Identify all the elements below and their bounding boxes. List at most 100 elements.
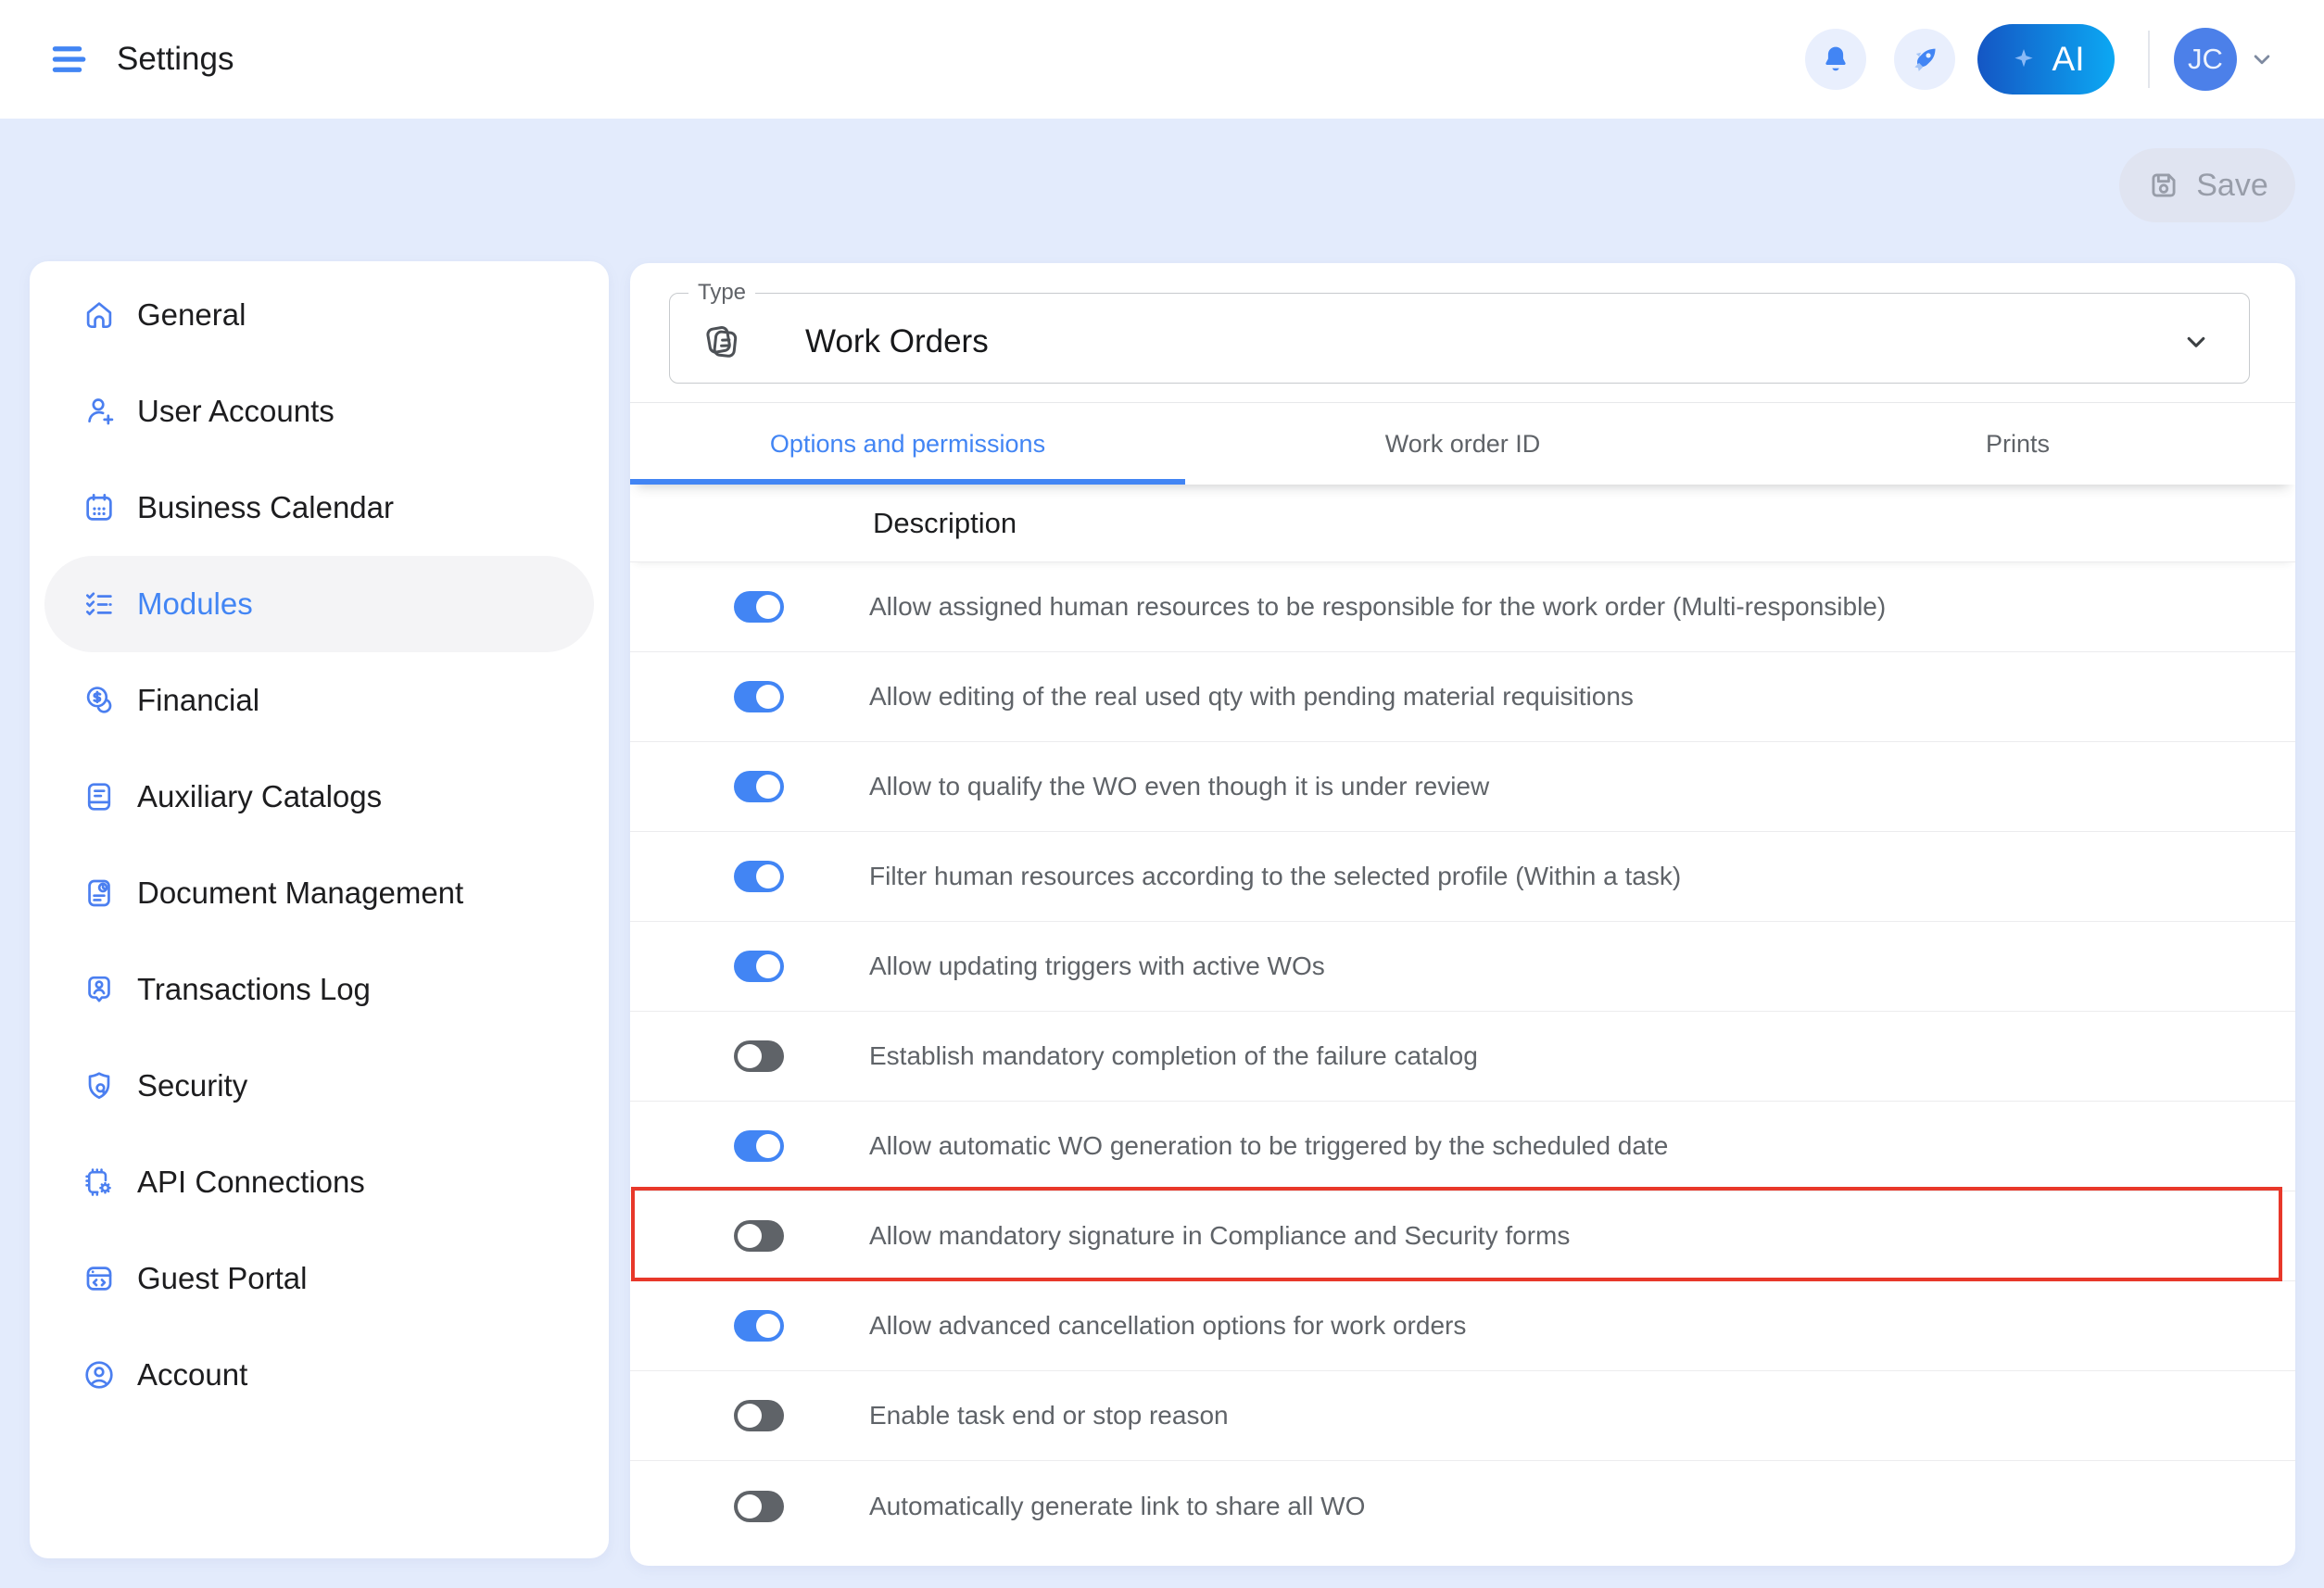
toggle-knob xyxy=(738,1404,762,1428)
row-description: Allow mandatory signature in Compliance … xyxy=(869,1221,1570,1251)
table-row: Allow mandatory signature in Compliance … xyxy=(630,1191,2295,1281)
settings-sidebar: General User Accounts Business Calendar Mod… xyxy=(30,261,609,1558)
row-description: Allow to qualify the WO even though it i… xyxy=(869,772,1489,801)
row-description: Establish mandatory completion of the fa… xyxy=(869,1041,1478,1071)
row-toggle-on[interactable] xyxy=(734,861,784,892)
toggle-knob xyxy=(756,775,780,799)
sidebar-item-label: Auxiliary Catalogs xyxy=(137,779,382,814)
row-description: Filter human resources according to the … xyxy=(869,862,1681,891)
toggle-knob xyxy=(756,1314,780,1338)
modules-icon xyxy=(82,586,117,622)
sidebar-item-security[interactable]: Security xyxy=(44,1038,594,1134)
page-title: Settings xyxy=(117,41,234,78)
sidebar-item-account[interactable]: Account xyxy=(44,1327,594,1423)
permissions-list: Allow assigned human resources to be res… xyxy=(630,562,2295,1551)
sidebar-item-label: Document Management xyxy=(137,876,463,911)
tab-options-and-permissions[interactable]: Options and permissions xyxy=(630,403,1185,485)
type-select[interactable]: Work Orders xyxy=(670,300,2249,383)
row-toggle-off[interactable] xyxy=(734,1491,784,1522)
table-row: Filter human resources according to the … xyxy=(630,832,2295,922)
whats-new-button[interactable] xyxy=(1894,29,1955,90)
sidebar-item-label: Transactions Log xyxy=(137,972,371,1007)
sidebar-item-api-connections[interactable]: API Connections xyxy=(44,1134,594,1230)
sidebar-item-auxiliary-catalogs[interactable]: Auxiliary Catalogs xyxy=(44,749,594,845)
toggle-knob xyxy=(738,1494,762,1519)
top-bar-divider xyxy=(2148,31,2150,88)
sidebar-item-label: User Accounts xyxy=(137,394,335,429)
type-select-value: Work Orders xyxy=(805,323,989,360)
row-toggle-on[interactable] xyxy=(734,591,784,623)
sidebar-item-label: Modules xyxy=(137,586,253,622)
sidebar-item-modules[interactable]: Modules xyxy=(44,556,594,652)
sidebar-item-business-calendar[interactable]: Business Calendar xyxy=(44,460,594,556)
financial-icon xyxy=(82,683,117,718)
table-header-description: Description xyxy=(630,485,2295,562)
table-row: Allow updating triggers with active WOs xyxy=(630,922,2295,1012)
toggle-knob xyxy=(756,685,780,709)
sidebar-item-label: General xyxy=(137,297,246,333)
row-toggle-off[interactable] xyxy=(734,1040,784,1072)
sparkle-icon xyxy=(2008,44,2040,75)
sidebar-item-financial[interactable]: Financial xyxy=(44,652,594,749)
sidebar-item-label: Business Calendar xyxy=(137,490,394,525)
row-toggle-off[interactable] xyxy=(734,1400,784,1431)
table-row: Allow assigned human resources to be res… xyxy=(630,562,2295,652)
save-button[interactable]: Save xyxy=(2119,148,2295,222)
row-description: Enable task end or stop reason xyxy=(869,1401,1229,1430)
toggle-knob xyxy=(738,1044,762,1068)
bell-icon xyxy=(1819,43,1852,76)
transactions-icon xyxy=(82,972,117,1007)
row-toggle-on[interactable] xyxy=(734,681,784,712)
row-description: Allow assigned human resources to be res… xyxy=(869,592,1886,622)
type-select-field: Type Work Orders xyxy=(669,280,2250,384)
row-toggle-on[interactable] xyxy=(734,771,784,802)
guest-portal-icon xyxy=(82,1261,117,1296)
sidebar-item-label: Account xyxy=(137,1357,247,1393)
ai-assistant-button[interactable]: AI xyxy=(1977,24,2115,95)
row-description: Allow updating triggers with active WOs xyxy=(869,952,1325,981)
toggle-knob xyxy=(756,595,780,619)
sidebar-item-guest-portal[interactable]: Guest Portal xyxy=(44,1230,594,1327)
sidebar-item-document-management[interactable]: Document Management xyxy=(44,845,594,941)
table-row: Allow to qualify the WO even though it i… xyxy=(630,742,2295,832)
row-toggle-off[interactable] xyxy=(734,1220,784,1252)
tab-label: Options and permissions xyxy=(770,430,1045,459)
sidebar-item-general[interactable]: General xyxy=(44,267,594,363)
row-description: Automatically generate link to share all… xyxy=(869,1492,1365,1521)
row-description: Allow advanced cancellation options for … xyxy=(869,1311,1466,1341)
tabs: Options and permissions Work order ID Pr… xyxy=(630,403,2295,485)
save-icon xyxy=(2146,168,2181,203)
avatar[interactable]: JC xyxy=(2174,28,2237,91)
tab-prints[interactable]: Prints xyxy=(1740,403,2295,485)
sidebar-item-user-accounts[interactable]: User Accounts xyxy=(44,363,594,460)
security-icon xyxy=(82,1068,117,1103)
top-bar: Settings AI JC xyxy=(0,0,2324,119)
sidebar-item-transactions-log[interactable]: Transactions Log xyxy=(44,941,594,1038)
table-row: Enable task end or stop reason xyxy=(630,1371,2295,1461)
tab-label: Work order ID xyxy=(1385,430,1541,459)
tab-work-order-id[interactable]: Work order ID xyxy=(1185,403,1740,485)
save-button-label: Save xyxy=(2196,168,2268,204)
catalog-icon xyxy=(82,779,117,814)
table-row: Allow automatic WO generation to be trig… xyxy=(630,1102,2295,1191)
menu-icon[interactable] xyxy=(46,36,93,82)
table-row: Allow advanced cancellation options for … xyxy=(630,1281,2295,1371)
sidebar-item-label: API Connections xyxy=(137,1165,365,1200)
row-toggle-on[interactable] xyxy=(734,1130,784,1162)
row-toggle-on[interactable] xyxy=(734,951,784,982)
table-row: Automatically generate link to share all… xyxy=(630,1461,2295,1551)
modules-panel: Type Work Orders Options and permissions… xyxy=(630,263,2295,1566)
chevron-down-icon[interactable] xyxy=(2248,45,2276,73)
table-row: Allow editing of the real used qty with … xyxy=(630,652,2295,742)
work-orders-icon xyxy=(700,320,744,364)
row-toggle-on[interactable] xyxy=(734,1310,784,1342)
description-column-label: Description xyxy=(873,507,1017,540)
notifications-button[interactable] xyxy=(1805,29,1866,90)
toggle-knob xyxy=(738,1224,762,1248)
sidebar-item-label: Financial xyxy=(137,683,259,718)
user-add-icon xyxy=(82,394,117,429)
sidebar-item-label: Guest Portal xyxy=(137,1261,307,1296)
sidebar-item-label: Security xyxy=(137,1068,247,1103)
row-description: Allow automatic WO generation to be trig… xyxy=(869,1131,1668,1161)
rocket-icon xyxy=(1908,43,1941,76)
